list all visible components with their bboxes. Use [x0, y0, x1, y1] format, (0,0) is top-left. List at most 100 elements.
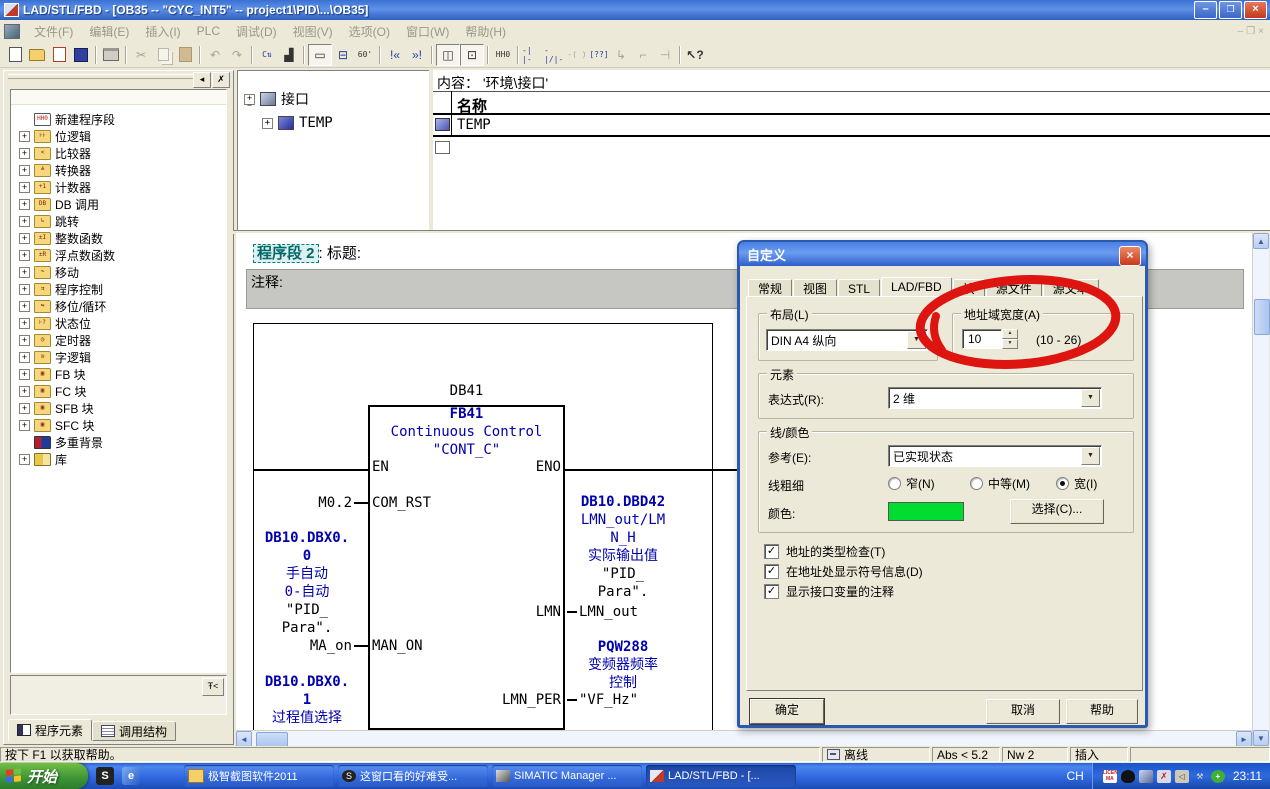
reference-combobox[interactable]: 已实现状态 ▼: [888, 445, 1102, 467]
chevron-down-icon[interactable]: ▼: [1081, 389, 1100, 407]
expand-icon[interactable]: [19, 335, 30, 346]
radio-icon[interactable]: [970, 477, 983, 490]
menu-options[interactable]: 选项(O): [341, 21, 398, 42]
scroll-up-icon[interactable]: ▲: [1253, 233, 1269, 249]
checkbox-checked-icon[interactable]: [764, 584, 779, 599]
expand-icon[interactable]: [19, 267, 30, 278]
taskbar-clock[interactable]: 23:11: [1229, 769, 1262, 783]
checkbox-checked-icon[interactable]: [764, 564, 779, 579]
cancel-button[interactable]: 取消: [986, 699, 1060, 724]
expand-icon[interactable]: [19, 318, 30, 329]
palette-close-icon[interactable]: ✗: [212, 72, 230, 88]
choose-color-button[interactable]: 选择(C)...: [1010, 499, 1104, 524]
expand-icon[interactable]: [19, 148, 30, 159]
paste-icon[interactable]: [174, 45, 196, 65]
mdi-restore-icon[interactable]: ❒: [1246, 26, 1255, 37]
audio-muted-tray-icon[interactable]: ✗: [1157, 770, 1171, 783]
check-blocks-icon[interactable]: C⇅: [256, 45, 278, 65]
tree-item-float-math[interactable]: ±R浮点数函数: [11, 247, 226, 264]
contact-nc-icon[interactable]: -|/|-: [544, 45, 566, 65]
tab-call-structure[interactable]: 调用结构: [92, 721, 176, 741]
expand-icon[interactable]: [19, 250, 30, 261]
expand-icon[interactable]: [19, 216, 30, 227]
save-icon[interactable]: [70, 45, 92, 65]
mdi-minimize-icon[interactable]: –: [1238, 26, 1244, 37]
network-label[interactable]: 程序段 2: [253, 244, 319, 263]
scroll-left-icon[interactable]: ◄: [236, 731, 252, 747]
open-branch-icon[interactable]: ↳: [610, 45, 632, 65]
expand-icon[interactable]: [19, 369, 30, 380]
pin-en[interactable]: EN: [372, 459, 389, 475]
collapse-icon[interactable]: −: [244, 94, 255, 105]
contact-no-icon[interactable]: -| |-: [522, 45, 544, 65]
new-network-icon[interactable]: HH0: [492, 45, 514, 65]
tree-item-sfb-blocks[interactable]: ▣SFB 块: [11, 400, 226, 417]
taskbar-item-lad-stl-fbd[interactable]: LAD/STL/FBD - [...: [646, 765, 796, 787]
tree-item-bit-logic[interactable]: ⊦⊦位逻辑: [11, 128, 226, 145]
spin-down-icon[interactable]: ▼: [1002, 339, 1018, 349]
redo-icon[interactable]: ↷: [226, 45, 248, 65]
pin-com-rst[interactable]: COM_RST: [372, 495, 431, 511]
connector-icon[interactable]: ⊣: [654, 45, 676, 65]
help-cursor-icon[interactable]: ↖?: [684, 45, 706, 65]
horizontal-scrollbar[interactable]: ◄ ►: [236, 730, 1252, 747]
operand-m02[interactable]: M0.2: [246, 495, 352, 511]
app-icon[interactable]: [4, 3, 19, 17]
radio-icon[interactable]: [888, 477, 901, 490]
help-button[interactable]: 帮助: [1066, 699, 1138, 724]
tree-item-libraries[interactable]: 库: [11, 451, 226, 468]
new-file-icon[interactable]: [4, 45, 26, 65]
symbol-info-toggle-icon[interactable]: ▭: [308, 44, 332, 66]
taskbar-item-simatic-manager[interactable]: SIMATIC Manager ...: [492, 765, 642, 787]
network-title[interactable]: 程序段 2: 标题:: [253, 242, 361, 263]
tab-lad-fbd[interactable]: LAD/FBD: [881, 277, 952, 298]
vertical-scroll-thumb[interactable]: [1254, 299, 1270, 335]
tree-item-integer-math[interactable]: ±I整数函数: [11, 230, 226, 247]
address-width-spinner[interactable]: 10 ▲ ▼: [962, 329, 1018, 349]
tree-item-status-bits[interactable]: ⊦?状态位: [11, 315, 226, 332]
operand-text[interactable]: "VF_Hz": [579, 692, 638, 708]
pin-eno[interactable]: ENO: [472, 459, 561, 475]
restore-button[interactable]: [1219, 1, 1242, 19]
mdi-window-icon[interactable]: [4, 24, 20, 39]
tree-item-db-call[interactable]: DBDB 调用: [11, 196, 226, 213]
volume-tray-icon[interactable]: ◁: [1175, 770, 1189, 783]
palette-grip[interactable]: [8, 74, 198, 79]
network-tray-icon[interactable]: [1139, 770, 1153, 783]
menu-window[interactable]: 窗口(W): [398, 21, 457, 42]
declaration-row-icon[interactable]: [435, 118, 450, 131]
tree-item-counter[interactable]: +1计数器: [11, 179, 226, 196]
interface-temp-row[interactable]: TEMP: [262, 113, 430, 133]
tree-item-program-control[interactable]: ⇉程序控制: [11, 281, 226, 298]
empty-box-icon[interactable]: [??]: [588, 45, 610, 65]
expand-icon[interactable]: [19, 165, 30, 176]
tree-item-fb-blocks[interactable]: ▣FB 块: [11, 366, 226, 383]
start-button[interactable]: 开始: [0, 763, 88, 789]
download-icon[interactable]: ▟: [278, 45, 300, 65]
tree-item-comparator[interactable]: <比较器: [11, 145, 226, 162]
tree-item-word-logic[interactable]: ≋字逻辑: [11, 349, 226, 366]
scroll-down-icon[interactable]: ▼: [1253, 730, 1269, 746]
pin-lmn-per[interactable]: LMN_PER: [472, 692, 561, 708]
qq-tray-icon[interactable]: [1121, 770, 1135, 783]
expand-icon[interactable]: [19, 386, 30, 397]
expand-icon[interactable]: [19, 199, 30, 210]
menu-edit[interactable]: 编辑(E): [81, 21, 137, 42]
minimize-button[interactable]: [1194, 1, 1217, 19]
mdi-close-icon[interactable]: ×: [1258, 26, 1264, 37]
expand-icon[interactable]: [19, 131, 30, 142]
menu-plc[interactable]: PLC: [189, 22, 228, 40]
menu-insert[interactable]: 插入(I): [137, 21, 188, 42]
type-check-checkbox[interactable]: 地址的类型检查(T): [764, 543, 885, 560]
tree-item-sfc-blocks[interactable]: ▣SFC 块: [11, 417, 226, 434]
prev-error-icon[interactable]: !«: [384, 45, 406, 65]
tree-item-new-network[interactable]: HH0新建程序段: [11, 111, 226, 128]
tree-item-move[interactable]: ↷移动: [11, 264, 226, 281]
save-source-icon[interactable]: [48, 45, 70, 65]
db-instance-label[interactable]: DB41: [368, 383, 565, 399]
ok-button[interactable]: 确定: [750, 699, 824, 724]
tree-item-jump[interactable]: ↳跳转: [11, 213, 226, 230]
operand-text[interactable]: LMN_out: [579, 604, 638, 620]
tree-item-fc-blocks[interactable]: ▣FC 块: [11, 383, 226, 400]
tree-item-converter[interactable]: ≙转换器: [11, 162, 226, 179]
